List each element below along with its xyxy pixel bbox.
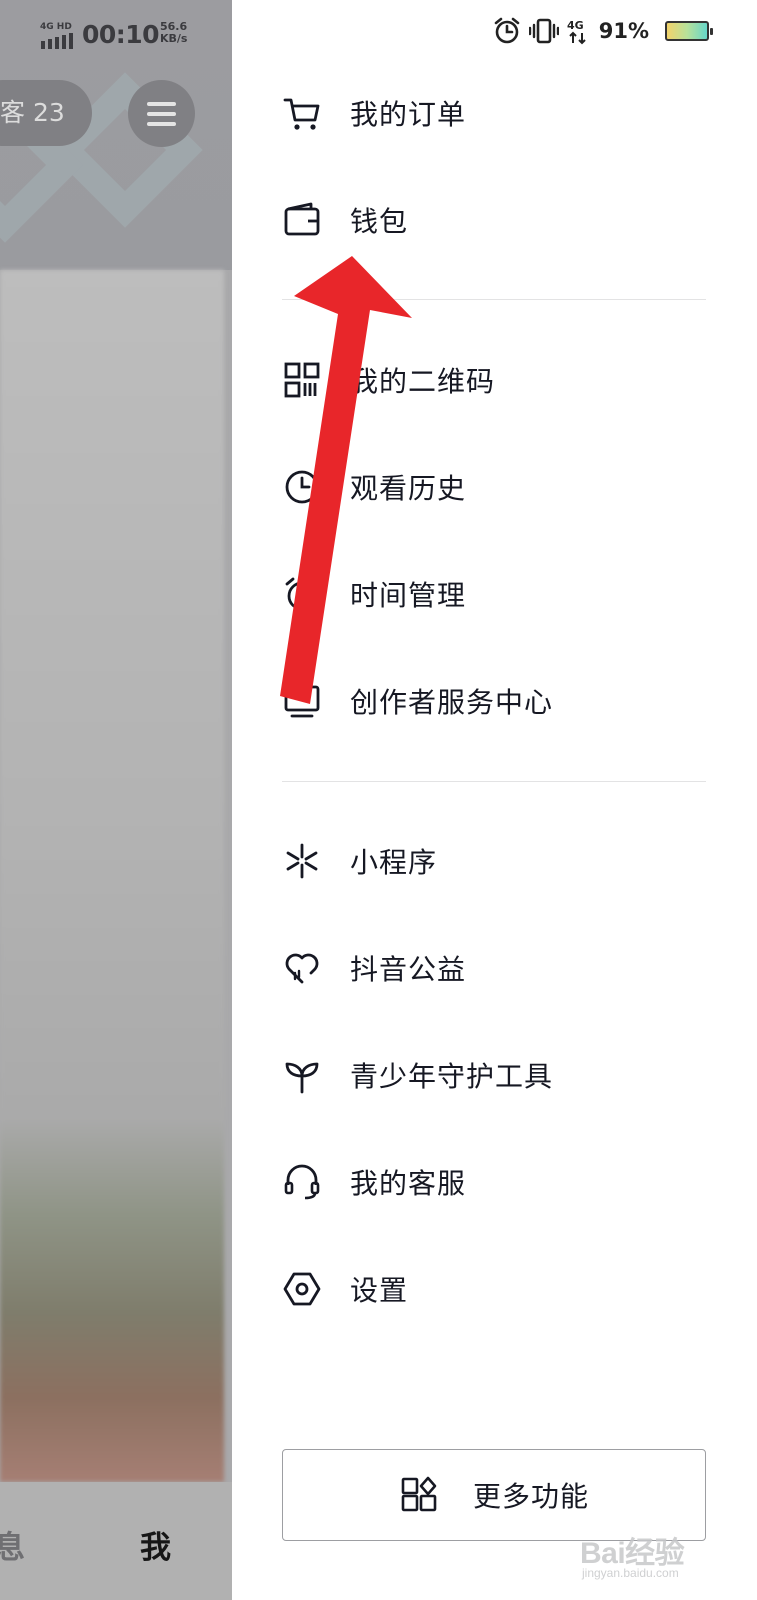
menu-item-charity[interactable]: 抖音公益: [282, 933, 712, 1003]
visitor-count-chip[interactable]: 客 23: [0, 80, 92, 146]
battery-icon: [665, 21, 713, 41]
divider: [282, 781, 706, 782]
menu-item-label: 我的客服: [350, 1167, 467, 1200]
wallet-icon: [282, 200, 322, 240]
menu-item-label: 设置: [350, 1274, 409, 1307]
menu-item-label: 创作者服务中心: [350, 686, 554, 719]
menu-item-time-management[interactable]: 时间管理: [282, 559, 712, 629]
sprout-icon: [282, 1055, 322, 1095]
cart-icon: [282, 93, 322, 133]
menu-item-label: 我的订单: [350, 98, 467, 131]
vibrate-icon: [528, 18, 559, 44]
grid-icon: [399, 1475, 439, 1515]
menu-item-creator-center[interactable]: 创作者服务中心: [282, 666, 712, 736]
monitor-icon: [282, 681, 322, 721]
status-bar-right: 4G 91%: [493, 14, 713, 48]
alarm-icon: [494, 17, 520, 44]
network-speed-unit: KB/s: [160, 32, 188, 45]
side-drawer: 4G 91% 我的订单 钱包 我的二维码 观看历史 时间管理 创作者服务中心 小…: [232, 0, 757, 1600]
mini-program-icon: [282, 841, 322, 881]
svg-text:4G: 4G: [567, 19, 584, 32]
menu-item-label: 小程序: [350, 846, 438, 879]
baidu-jingyan-watermark: Bai经验 jingyan.baidu.com: [580, 1510, 750, 1580]
headset-icon: [282, 1162, 322, 1202]
background-tab-bar: 息 我: [0, 1482, 232, 1600]
network-speed: 56.6 KB/s: [160, 21, 187, 45]
alarm-clock-icon: [282, 574, 322, 614]
menu-item-mini-programs[interactable]: 小程序: [282, 826, 712, 896]
clock-time: 00:10: [82, 20, 160, 49]
menu-item-label: 我的二维码: [350, 365, 496, 398]
signal-icon: [41, 33, 73, 49]
network-type: 4G HD: [40, 22, 72, 32]
divider: [282, 299, 706, 300]
background-profile-page: 4G HD 00:10 56.6 KB/s 客 23 息 我: [0, 0, 232, 1600]
more-features-label: 更多功能: [472, 1480, 589, 1513]
hamburger-menu-button[interactable]: [128, 80, 195, 147]
qr-code-icon: [282, 360, 322, 400]
tab-me[interactable]: 我: [140, 1522, 171, 1567]
menu-item-customer-service[interactable]: 我的客服: [282, 1147, 712, 1217]
menu-item-label: 钱包: [350, 205, 409, 238]
menu-item-watch-history[interactable]: 观看历史: [282, 452, 712, 522]
menu-item-label: 抖音公益: [350, 953, 467, 986]
tab-messages[interactable]: 息: [0, 1522, 25, 1567]
watermark-url: jingyan.baidu.com: [582, 1566, 679, 1580]
settings-hexagon-icon: [282, 1269, 322, 1309]
menu-item-wallet[interactable]: 钱包: [282, 185, 712, 255]
clock-icon: [282, 467, 322, 507]
menu-item-settings[interactable]: 设置: [282, 1254, 712, 1324]
menu-item-orders[interactable]: 我的订单: [282, 78, 712, 148]
battery-level: 91%: [598, 19, 649, 43]
background-status-bar: 4G HD 00:10 56.6 KB/s: [0, 8, 232, 52]
4g-icon: 4G: [567, 19, 586, 45]
menu-item-qr-code[interactable]: 我的二维码: [282, 345, 712, 415]
background-content-card: [0, 270, 224, 1482]
heart-icon: [282, 948, 322, 988]
menu-item-label: 时间管理: [350, 579, 467, 612]
menu-item-youth-protection[interactable]: 青少年守护工具: [282, 1040, 712, 1110]
menu-item-label: 青少年守护工具: [350, 1060, 554, 1093]
menu-item-label: 观看历史: [350, 472, 467, 505]
